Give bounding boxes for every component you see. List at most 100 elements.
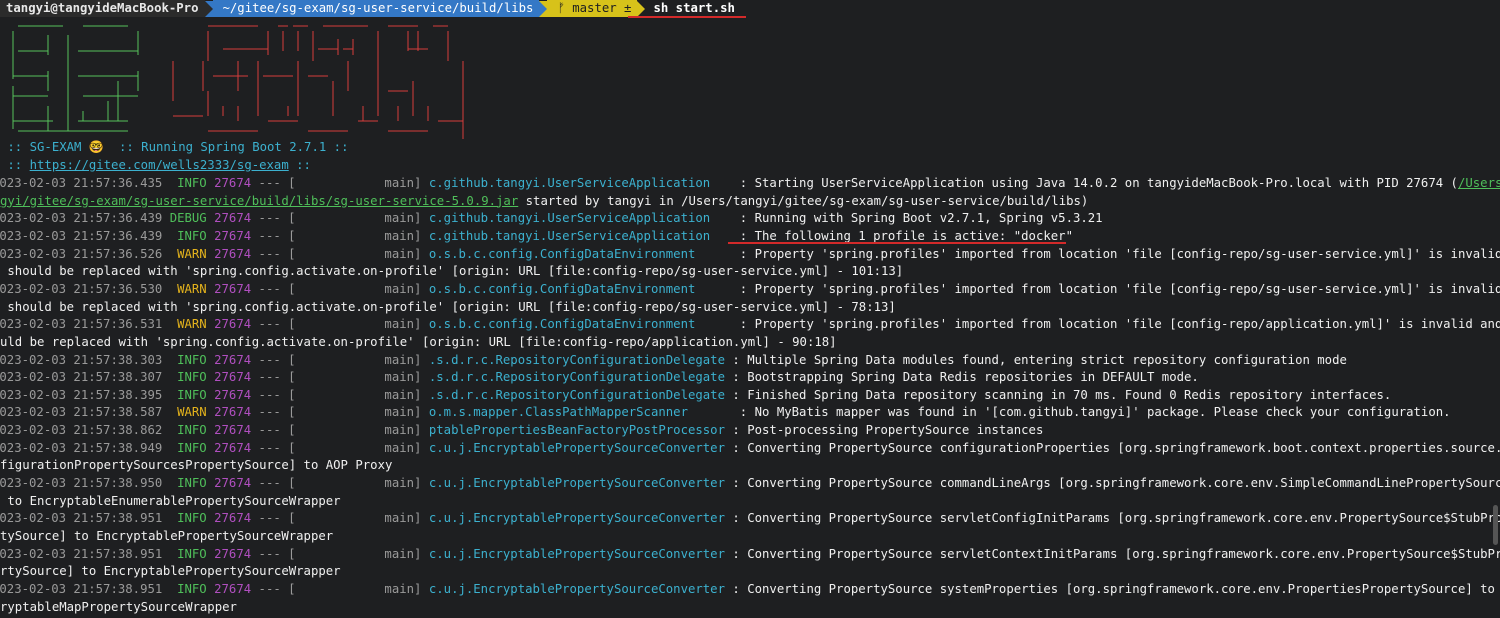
log-line-continuation: to EncryptableEnumerablePropertySourceWr… <box>0 493 341 511</box>
log-logger: c.github.tangyi.UserServiceApplication <box>428 211 733 226</box>
log-line: 2023-02-03 21:57:38.951 INFO 27674 --- [… <box>0 581 1500 599</box>
log-message: Property 'spring.profiles' imported from… <box>754 246 1500 261</box>
log-message: Property 'spring.profiles' imported from… <box>754 281 1500 296</box>
log-thread: main <box>384 352 415 367</box>
log-line: 2023-02-03 21:57:38.950 INFO 27674 --- [… <box>0 475 1500 493</box>
log-line: 2023-02-03 21:57:38.951 INFO 27674 --- [… <box>0 546 1500 564</box>
log-level: INFO <box>177 352 207 367</box>
log-message: Starting UserServiceApplication using Ja… <box>754 176 1458 190</box>
log-timestamp: 2023-02-03 21:57:38.949 <box>0 440 163 455</box>
log-level: INFO <box>177 228 207 243</box>
log-level: INFO <box>177 476 207 491</box>
log-logger: .s.d.r.c.RepositoryConfigurationDelegate <box>428 387 725 402</box>
log-thread: main <box>384 176 415 190</box>
log-continuation-text: figurationPropertySourcesPropertySource]… <box>0 458 393 473</box>
log-line: 2023-02-03 21:57:38.951 INFO 27674 --- [… <box>0 510 1500 528</box>
log-timestamp: 2023-02-03 21:57:36.526 <box>0 246 163 261</box>
log-level: INFO <box>177 546 207 561</box>
log-pid: 27674 <box>214 440 252 455</box>
log-thread: main <box>384 440 415 455</box>
log-thread: main <box>384 581 415 596</box>
log-timestamp: 2023-02-03 21:57:38.951 <box>0 546 163 561</box>
log-timestamp: 2023-02-03 21:57:38.862 <box>0 423 163 438</box>
log-line-continuation: uld be replaced with 'spring.config.acti… <box>0 334 837 352</box>
log-thread: main <box>384 423 415 438</box>
log-thread: main <box>384 281 415 296</box>
log-thread: main <box>384 317 415 332</box>
log-level: INFO <box>177 440 207 455</box>
log-message: Converting PropertySource servletConfigI… <box>747 511 1500 526</box>
log-logger: o.s.b.c.config.ConfigDataEnvironment <box>428 246 733 261</box>
log-timestamp: 2023-02-03 21:57:38.303 <box>0 352 163 367</box>
log-line: 2023-02-03 21:57:36.526 WARN 27674 --- [… <box>0 246 1500 264</box>
jar-path-link[interactable]: gyi/gitee/sg-exam/sg-user-service/build/… <box>0 194 518 208</box>
log-timestamp: 2023-02-03 21:57:36.530 <box>0 281 163 296</box>
log-logger: c.u.j.EncryptablePropertySourceConverter <box>428 440 725 455</box>
log-line: 2023-02-03 21:57:38.395 INFO 27674 --- [… <box>0 387 1391 405</box>
banner-title-suffix: :: Running Spring Boot 2.7.1 :: <box>104 140 349 154</box>
log-pid: 27674 <box>214 352 252 367</box>
log-logger: o.s.b.c.config.ConfigDataEnvironment <box>428 281 733 296</box>
log-timestamp: 2023-02-03 21:57:38.307 <box>0 370 163 385</box>
log-timestamp: 2023-02-03 21:57:38.587 <box>0 405 163 420</box>
log-line-continuation: should be replaced with 'spring.config.a… <box>0 263 903 281</box>
log-line: 2023-02-03 21:57:36.530 WARN 27674 --- [… <box>0 281 1500 299</box>
banner-url-prefix: :: <box>0 158 30 172</box>
log-message: The following 1 profile is active: "dock… <box>754 228 1073 243</box>
banner-title-prefix: :: SG-EXAM <box>0 140 89 154</box>
banner-url-suffix: :: <box>288 158 311 172</box>
log-pid: 27674 <box>214 281 252 296</box>
log-level: INFO <box>177 176 207 190</box>
log-logger: o.m.s.mapper.ClassPathMapperScanner <box>428 405 733 420</box>
log-thread: main <box>384 246 415 261</box>
log-line-continuation: should be replaced with 'spring.config.a… <box>0 299 895 317</box>
log-thread: main <box>384 476 415 491</box>
log-level: INFO <box>177 387 207 402</box>
log-line-continuation: gyi/gitee/sg-exam/sg-user-service/build/… <box>0 193 1088 211</box>
log-logger: o.s.b.c.config.ConfigDataEnvironment <box>428 317 733 332</box>
log-line: 2023-02-03 21:57:36.435 INFO 27674 --- [… <box>0 175 1500 193</box>
log-thread: main <box>384 511 415 526</box>
log-pid: 27674 <box>214 405 252 420</box>
log-line: 2023-02-03 21:57:36.439 DEBUG 27674 --- … <box>0 210 1103 228</box>
log-timestamp: 2023-02-03 21:57:36.435 <box>0 176 163 190</box>
log-line-continuation: figurationPropertySourcesPropertySource]… <box>0 457 392 475</box>
log-timestamp: 2023-02-03 21:57:36.531 <box>0 317 163 332</box>
log-message: Converting PropertySource servletContext… <box>747 546 1500 561</box>
log-continuation-text: started by tangyi in /Users/tangyi/gitee… <box>518 193 1089 208</box>
log-message: Bootstrapping Spring Data Redis reposito… <box>747 370 1199 385</box>
log-line-continuation: rtySource] to EncryptablePropertySourceW… <box>0 563 341 581</box>
log-path-link[interactable]: /Users/tan <box>1458 176 1500 190</box>
log-continuation-text: to EncryptableEnumerablePropertySourceWr… <box>0 493 341 508</box>
log-continuation-text: should be replaced with 'spring.config.a… <box>0 264 904 279</box>
log-thread: main <box>384 211 415 226</box>
log-thread: main <box>384 228 415 243</box>
log-level: WARN <box>177 246 207 261</box>
shell-prompt: tangyi@tangyideMacBook-Pro ~/gitee/sg-exa… <box>0 0 735 17</box>
log-logger: .s.d.r.c.RepositoryConfigurationDelegate <box>428 370 725 385</box>
log-continuation-text: ryptableMapPropertySourceWrapper <box>0 599 237 614</box>
log-pid: 27674 <box>214 476 252 491</box>
log-pid: 27674 <box>214 370 252 385</box>
log-logger: ptablePropertiesBeanFactoryPostProcessor <box>428 423 725 438</box>
log-timestamp: 2023-02-03 21:57:36.439 <box>0 211 163 226</box>
log-pid: 27674 <box>214 246 252 261</box>
log-message: Property 'spring.profiles' imported from… <box>754 317 1500 332</box>
log-pid: 27674 <box>214 511 252 526</box>
log-level: DEBUG <box>169 211 207 226</box>
log-timestamp: 2023-02-03 21:57:38.950 <box>0 476 163 491</box>
banner-line-title: :: SG-EXAM 🤓 :: Running Spring Boot 2.7.… <box>0 139 348 157</box>
prompt-separator-icon <box>637 0 646 17</box>
prompt-command: sh start.sh <box>653 1 735 15</box>
log-thread: main <box>384 370 415 385</box>
prompt-path: ~/gitee/sg-exam/sg-user-service/build/li… <box>212 0 540 17</box>
gitee-link[interactable]: https://gitee.com/wells2333/sg-exam <box>30 158 289 172</box>
log-line-continuation: ryptableMapPropertySourceWrapper <box>0 599 237 617</box>
log-line: 2023-02-03 21:57:38.587 WARN 27674 --- [… <box>0 404 1451 422</box>
terminal-window[interactable]: tangyi@tangyideMacBook-Pro ~/gitee/sg-exa… <box>0 0 1500 618</box>
log-line-continuation: tySource] to EncryptablePropertySourceWr… <box>0 528 333 546</box>
scrollbar-thumb[interactable] <box>1493 505 1498 545</box>
log-logger: .s.d.r.c.RepositoryConfigurationDelegate <box>428 352 725 367</box>
log-timestamp: 2023-02-03 21:57:36.439 <box>0 228 163 243</box>
log-level: WARN <box>177 281 207 296</box>
